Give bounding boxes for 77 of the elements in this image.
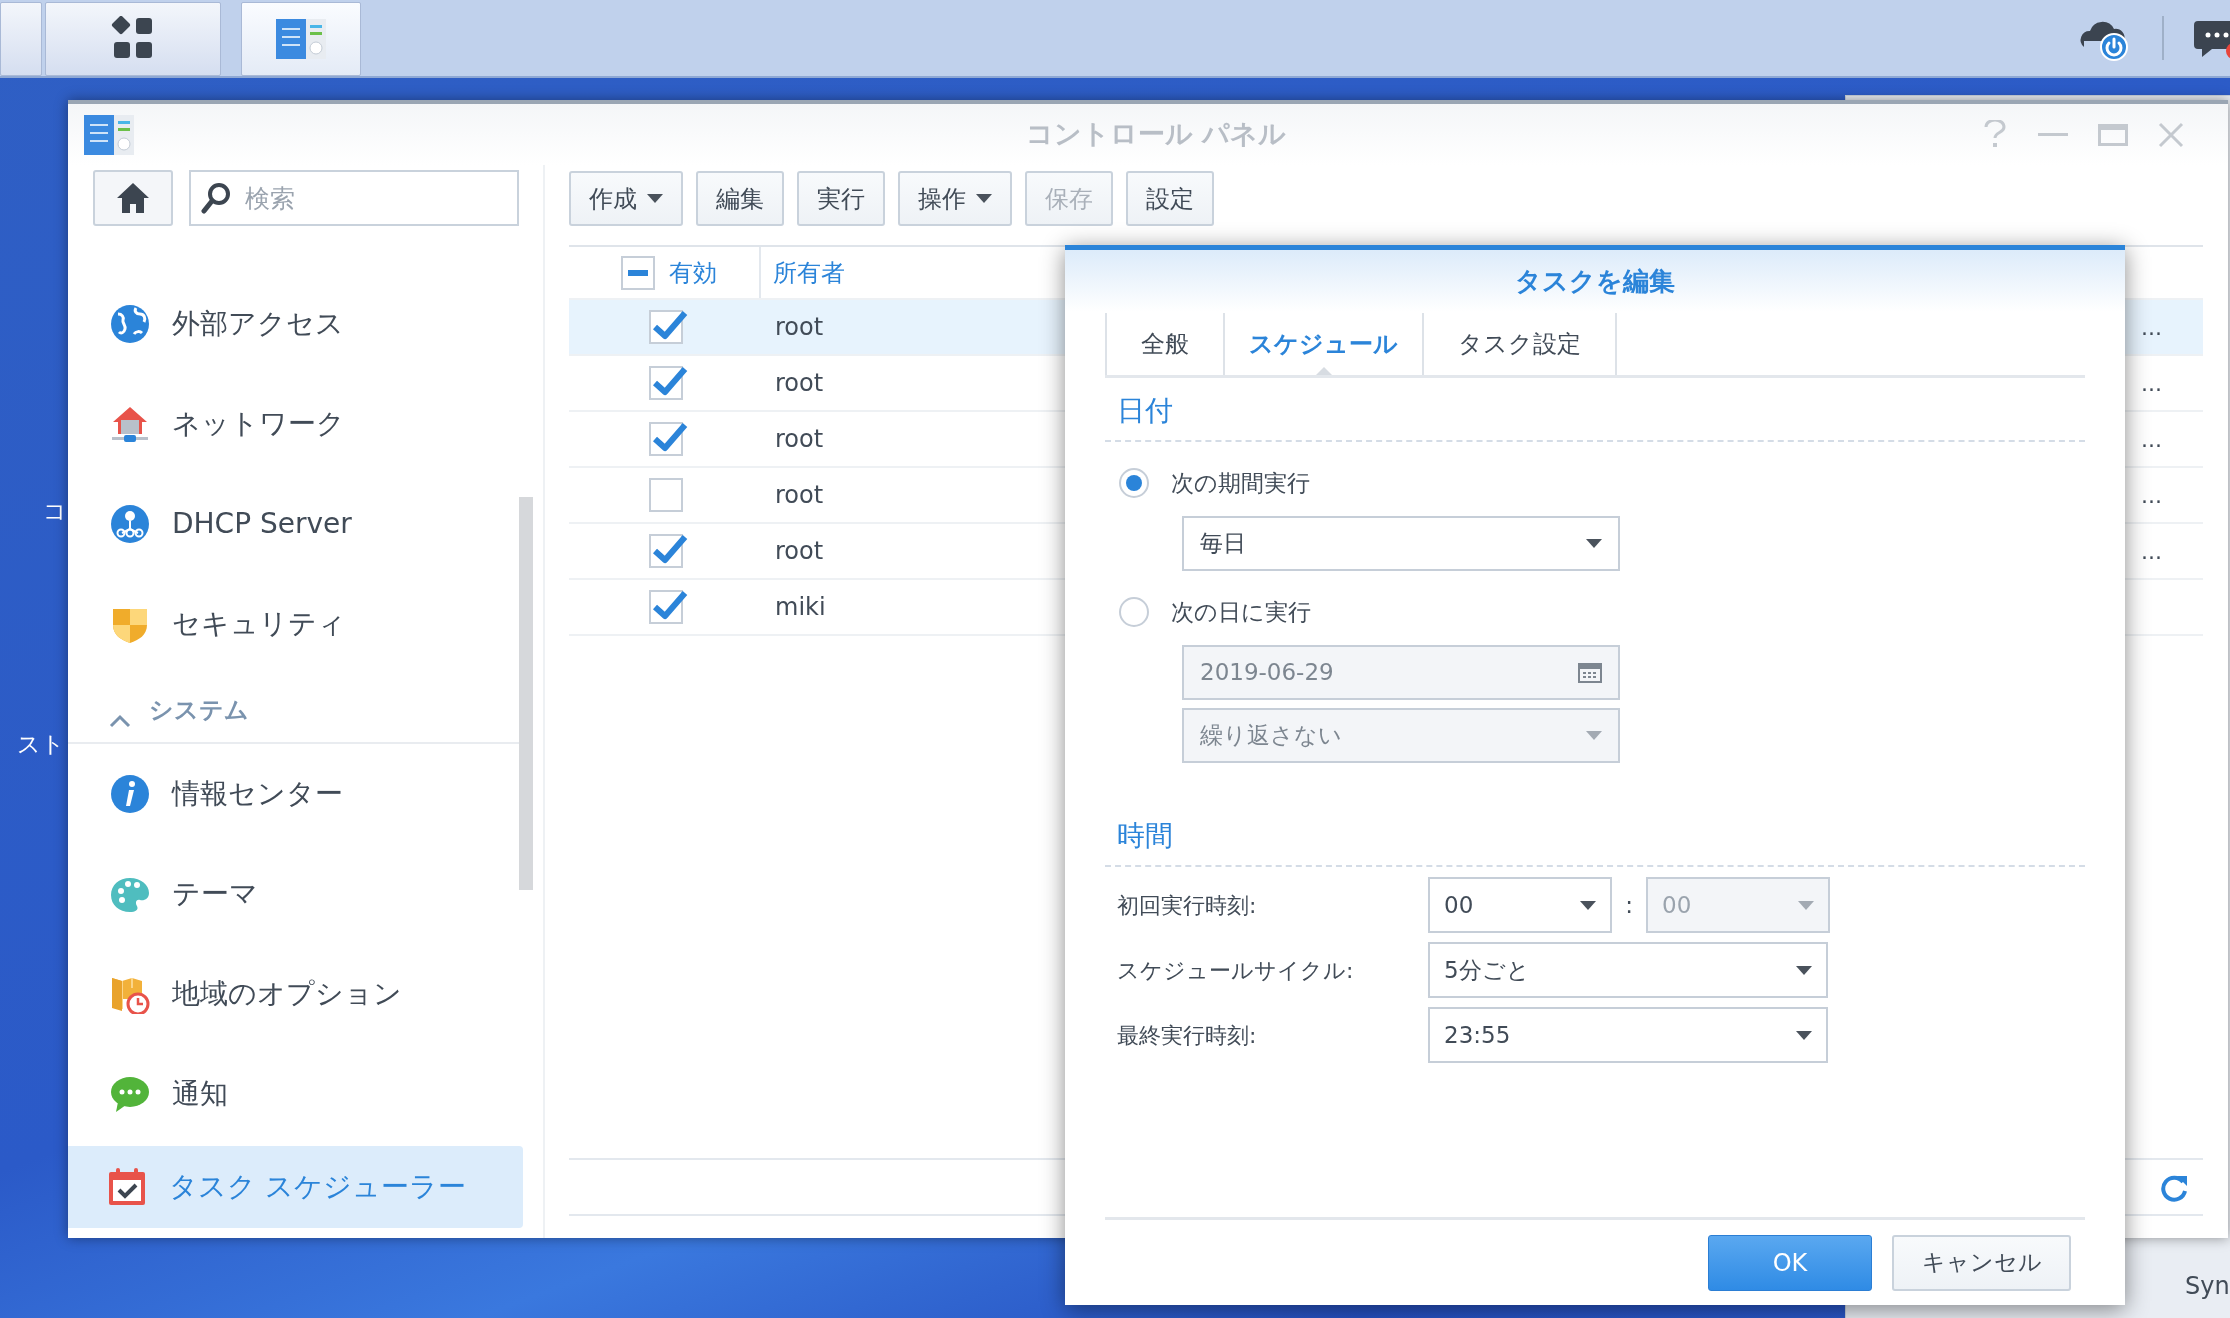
window-label: Syn (2185, 1271, 2230, 1302)
window-title: コントロール パネル (1026, 117, 1287, 152)
radio-label: 次の日に実行 (1171, 597, 1311, 627)
select-field[interactable]: 毎日 (1182, 516, 1620, 571)
dropdown-button[interactable]: 操作 (898, 171, 1012, 226)
house-network-icon (110, 404, 150, 444)
select-field[interactable]: 23:55 (1428, 1007, 1828, 1063)
calendar-icon (1578, 662, 1602, 683)
sidebar-item[interactable]: 地域のオプション (68, 944, 523, 1044)
radio-button[interactable] (1119, 597, 1149, 627)
radio-label: 次の期間実行 (1171, 468, 1310, 498)
toolbar-button[interactable]: 実行 (797, 171, 885, 226)
caret-icon (1586, 539, 1602, 548)
info-icon (110, 774, 150, 814)
caret-icon (976, 194, 992, 203)
table-cell-text: miki (774, 592, 826, 623)
select-field[interactable]: 5分ごと (1428, 942, 1828, 998)
table-cell-text: ... (2141, 481, 2163, 510)
table-cell-text: root (774, 312, 824, 343)
sidebar-item[interactable]: テーマ (68, 844, 523, 944)
caret-icon (1586, 731, 1602, 740)
globe-icon (110, 304, 150, 344)
calendar-check-icon (107, 1167, 147, 1207)
sidebar-item[interactable]: 情報センター (68, 744, 523, 844)
chat-bubble-icon (110, 1074, 150, 1114)
table-cell-text: root (774, 368, 824, 399)
search-field[interactable]: 検索 (189, 170, 519, 226)
table-cell-text: ... (2141, 537, 2163, 566)
column-header[interactable]: 有効 (669, 254, 717, 291)
select-field[interactable]: 00 (1428, 877, 1612, 933)
section-heading: 時間 (1105, 803, 2085, 867)
chevron-up-icon (109, 714, 131, 728)
caret-icon (1796, 965, 1812, 975)
select-all-checkbox[interactable] (621, 255, 655, 290)
toolbar-button[interactable]: 編集 (696, 171, 784, 226)
table-cell-text: root (774, 424, 824, 455)
table-cell-text: ... (2141, 425, 2163, 454)
section-heading: 日付 (1105, 378, 2085, 442)
tab[interactable]: タスク設定 (1422, 313, 1617, 375)
sidebar-item[interactable]: 通知 (68, 1044, 523, 1144)
scrollbar[interactable] (519, 497, 533, 890)
sidebar-item[interactable]: 外部アクセス (68, 274, 523, 374)
table-cell-text: root (774, 536, 824, 567)
desktop-icon-label[interactable]: コ (43, 498, 67, 526)
table-cell-text: ... (2141, 313, 2163, 342)
checkmark-icon (652, 309, 688, 341)
sidebar-item[interactable]: DHCP Server (68, 474, 523, 574)
field-label: 初回実行時刻: (1117, 891, 1258, 920)
checkmark-icon (652, 589, 688, 621)
table-cell-text: ... (2141, 369, 2163, 398)
column-header[interactable]: 所有者 (773, 254, 845, 291)
home-button[interactable] (93, 170, 173, 226)
network-nodes-icon (110, 504, 150, 544)
sidebar-item[interactable]: ネットワーク (68, 374, 523, 474)
dialog-title: タスクを編集 (1515, 264, 1675, 298)
sidebar-item[interactable]: セキュリティ (68, 574, 523, 674)
field-label: 最終実行時刻: (1117, 1021, 1258, 1050)
cancel-button[interactable]: キャンセル (1892, 1234, 2071, 1291)
home-icon (115, 181, 151, 215)
toolbar-button[interactable]: 設定 (1126, 171, 1214, 226)
checkmark-icon (652, 421, 688, 453)
dropdown-button[interactable]: 作成 (569, 171, 683, 226)
field-label: スケジュールサイクル: (1117, 956, 1355, 985)
checkmark-icon (652, 533, 688, 565)
caret-icon (1580, 900, 1596, 910)
caret-icon (1798, 900, 1814, 910)
table-cell-text: root (774, 480, 824, 511)
time-separator: : (1624, 890, 1634, 920)
radio-button[interactable] (1119, 468, 1149, 498)
caret-icon (647, 194, 663, 203)
taskbar-button[interactable] (45, 2, 221, 76)
checkmark-icon (652, 365, 688, 397)
tab[interactable]: スケジュール (1223, 313, 1422, 375)
checkbox[interactable] (649, 478, 683, 512)
caret-icon (1796, 1030, 1812, 1040)
desktop-icon-label[interactable]: スト (17, 731, 65, 759)
tab[interactable]: 全般 (1105, 313, 1223, 375)
